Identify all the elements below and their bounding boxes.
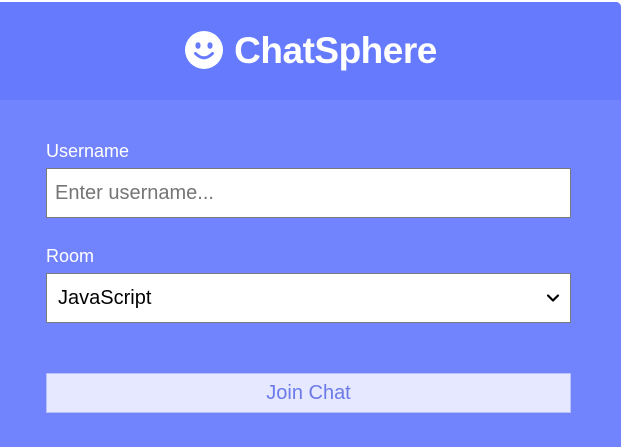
room-label: Room xyxy=(46,246,95,266)
room-select[interactable]: JavaScript xyxy=(46,273,571,323)
app-title: ChatSphere xyxy=(234,30,437,71)
smiley-icon xyxy=(185,31,224,69)
join-card: ChatSphere Username Room JavaScript Join… xyxy=(0,2,621,447)
username-input[interactable] xyxy=(46,168,571,218)
join-chat-button[interactable]: Join Chat xyxy=(46,373,571,413)
room-select-value: JavaScript xyxy=(58,286,152,309)
username-label: Username xyxy=(46,141,130,161)
page: ChatSphere Username Room JavaScript Join… xyxy=(0,0,623,447)
app-header: ChatSphere xyxy=(0,2,621,100)
chevron-down-icon xyxy=(546,294,560,302)
